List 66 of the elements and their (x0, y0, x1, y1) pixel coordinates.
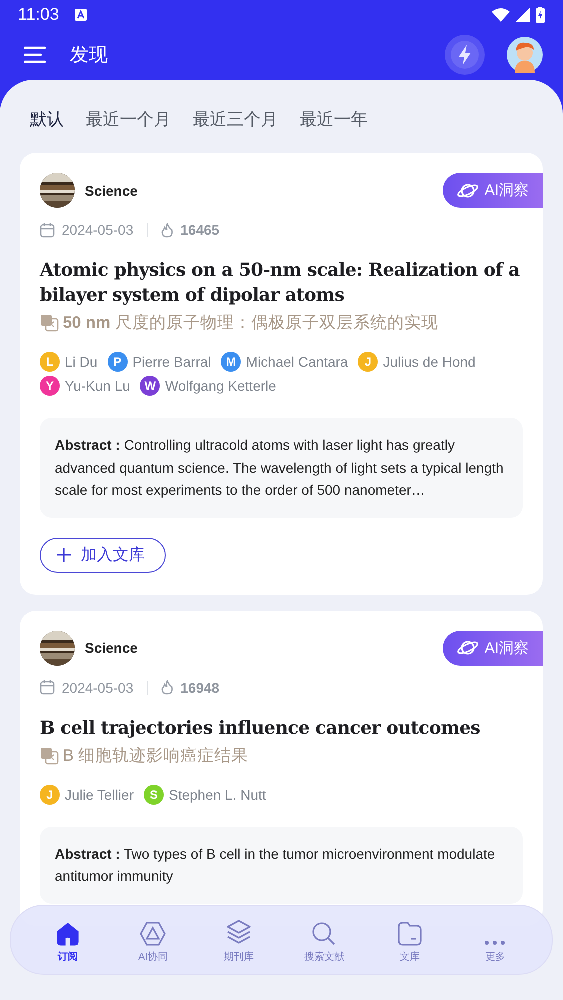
flame-icon (160, 222, 174, 238)
translated-title: B 细胞轨迹影响癌症结果 (63, 746, 249, 766)
author-name[interactable]: Julius de Hond (383, 354, 476, 370)
author-name[interactable]: Yu-Kun Lu (65, 378, 130, 394)
battery-icon (536, 7, 545, 23)
translate-icon (40, 314, 59, 332)
author-initial: J (40, 784, 60, 804)
author-initial: P (108, 352, 128, 372)
lightning-icon[interactable] (445, 35, 485, 75)
article-card[interactable] (20, 153, 543, 594)
nav-tab[interactable]: 文库 (380, 915, 440, 965)
filter-tab[interactable]: 最近一年 (300, 108, 368, 131)
view-count: 16465 (180, 222, 220, 238)
filter-tab[interactable]: 最近一个月 (86, 108, 171, 131)
filter-tab[interactable]: 默认 (30, 108, 64, 131)
search-icon (312, 922, 336, 946)
add-to-library-button[interactable]: 加入文库 (40, 538, 166, 572)
author-initial: S (144, 784, 164, 804)
nav-tab[interactable]: 期刊库 (208, 915, 269, 965)
author-name[interactable]: Wolfgang Ketterle (165, 378, 276, 394)
planet-icon (456, 182, 479, 200)
user-avatar[interactable] (507, 37, 543, 73)
author-initial: W (140, 376, 160, 396)
nav-tab[interactable]: 更多 (465, 915, 526, 965)
folder-icon (398, 922, 422, 946)
translate-icon (40, 746, 59, 764)
author-name[interactable]: Michael Cantara (246, 354, 348, 370)
journal-name: Science (85, 182, 138, 198)
publish-date: 2024-05-03 (62, 680, 134, 696)
filter-tab[interactable]: 最近三个月 (193, 108, 278, 131)
menu-icon[interactable] (24, 46, 46, 64)
article-title[interactable]: Atomic physics on a 50-nm scale: Realization of a bilayer system of dipolar atoms (40, 258, 529, 308)
journal-name: Science (85, 640, 138, 656)
abstract-text: Abstract : Two types of B cell in the tumor microenvironment modulate antitumor immunity (40, 826, 523, 904)
author-initial: J (358, 352, 378, 372)
publish-date: 2024-05-03 (62, 222, 134, 238)
planet-icon (456, 639, 479, 657)
signal-icon (516, 8, 530, 22)
notification-icon (75, 9, 88, 21)
page-title: 发现 (70, 44, 108, 68)
flame-icon (160, 680, 174, 695)
author-name[interactable]: Stephen L. Nutt (169, 786, 266, 802)
nav-tab[interactable]: 搜索文献 (294, 915, 354, 965)
ai-insight-button[interactable]: AI洞察 (442, 630, 543, 666)
calendar-icon (40, 222, 55, 238)
author-initial: L (40, 352, 60, 372)
ai-insight-button[interactable]: AI洞察 (442, 173, 543, 208)
nav-tab[interactable]: 订阅 (38, 915, 98, 965)
wifi-icon (492, 8, 510, 22)
status-time: 11:03 (18, 5, 60, 25)
abstract-text: Abstract : Controlling ultracold atoms with laser light has greatly advanced quantum science. The wavelength of light sets a typical length scale for most experiments to the order of 500 nanometer… (40, 418, 523, 518)
plus-icon (57, 548, 71, 562)
layers-icon (226, 920, 251, 946)
translated-title: 50 nm 尺度的原子物理：偶极原子双层系统的实现 (63, 313, 438, 334)
home-icon (56, 922, 80, 946)
author-initial: M (221, 352, 242, 372)
author-name[interactable]: Julie Tellier (65, 786, 134, 802)
nav-tab[interactable]: AI协同 (123, 915, 184, 965)
more-icon (484, 940, 506, 946)
article-title[interactable]: B cell trajectories influence cancer outcomes (40, 716, 529, 740)
author-name[interactable]: Li Du (65, 354, 98, 370)
view-count: 16948 (180, 680, 220, 696)
author-name[interactable]: Pierre Barral (132, 354, 212, 370)
calendar-icon (40, 680, 55, 695)
author-initial: Y (40, 376, 60, 396)
triangle-hexagon-icon (140, 922, 166, 946)
